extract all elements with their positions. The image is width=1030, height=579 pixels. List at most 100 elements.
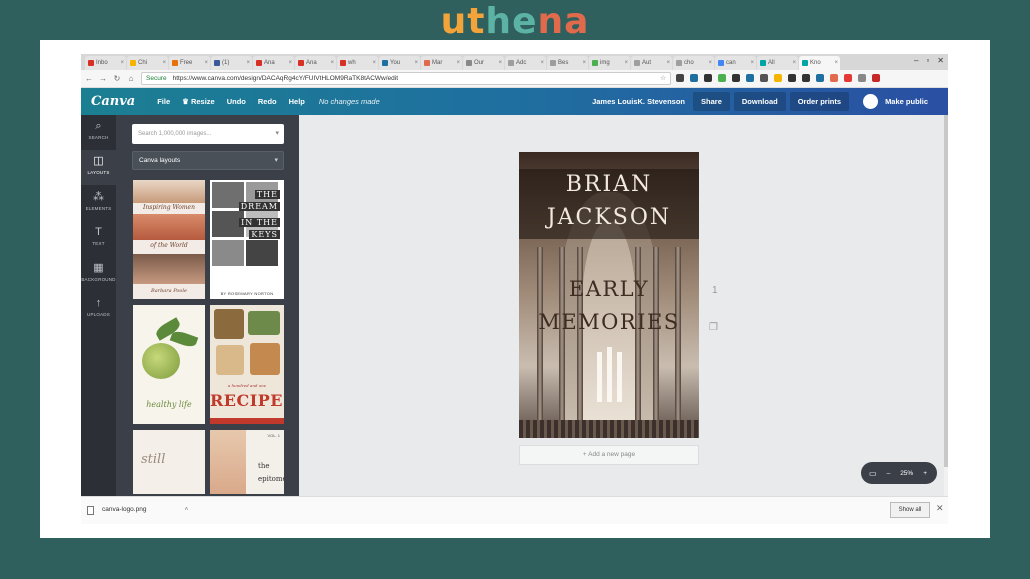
zoom-in-button[interactable]: + bbox=[923, 470, 927, 477]
extension-icon[interactable] bbox=[788, 74, 796, 82]
tab-close-icon[interactable]: × bbox=[792, 60, 796, 66]
layout-thumb-healthy-life[interactable]: healthy life bbox=[133, 305, 205, 424]
browser-tab[interactable]: You × bbox=[379, 56, 420, 70]
tab-close-icon[interactable]: × bbox=[288, 60, 292, 66]
tab-close-icon[interactable]: × bbox=[204, 60, 208, 66]
canva-logo[interactable]: Canva bbox=[91, 94, 135, 109]
browser-tab[interactable]: can × bbox=[715, 56, 756, 70]
rail-layouts[interactable]: ◫ LAYOUTS bbox=[81, 150, 116, 185]
extension-icon[interactable] bbox=[704, 74, 712, 82]
extension-icon[interactable] bbox=[774, 74, 782, 82]
share-button[interactable]: Share bbox=[693, 92, 730, 111]
reload-icon[interactable]: ↻ bbox=[111, 74, 123, 83]
browser-tab[interactable]: Kno × bbox=[799, 56, 840, 70]
present-icon[interactable]: ▭ bbox=[869, 469, 877, 478]
tab-close-icon[interactable]: × bbox=[372, 60, 376, 66]
close-shelf-icon[interactable]: ✕ bbox=[936, 503, 944, 514]
download-button[interactable]: Download bbox=[733, 92, 786, 111]
tab-close-icon[interactable]: × bbox=[120, 60, 124, 66]
rail-background[interactable]: ▦ BACKGROUND bbox=[81, 257, 116, 292]
zoom-level[interactable]: 25% bbox=[900, 470, 913, 477]
browser-tab[interactable]: Ana × bbox=[295, 56, 336, 70]
tab-close-icon[interactable]: × bbox=[330, 60, 334, 66]
browser-tab[interactable]: cho × bbox=[673, 56, 714, 70]
layout-thumb-recipes[interactable]: a hundred and one RECIPES bbox=[210, 305, 284, 424]
extension-icon[interactable] bbox=[816, 74, 824, 82]
tab-close-icon[interactable]: × bbox=[498, 60, 502, 66]
browser-tab[interactable]: img × bbox=[589, 56, 630, 70]
tab-close-icon[interactable]: × bbox=[246, 60, 250, 66]
browser-tab[interactable]: Aut × bbox=[631, 56, 672, 70]
minimize-icon[interactable]: – bbox=[914, 56, 918, 65]
layout-category-select[interactable]: Canva layouts ▾ bbox=[132, 151, 284, 170]
make-public-label[interactable]: Make public bbox=[885, 97, 928, 106]
menu-file[interactable]: File bbox=[157, 97, 170, 106]
browser-tab[interactable]: (1) × bbox=[211, 56, 252, 70]
layout-thumb-epitome[interactable]: VOL. 1 the epitome bbox=[210, 430, 284, 494]
url-field[interactable]: Secure https://www.canva.com/design/DACAq… bbox=[141, 72, 671, 85]
extension-icon[interactable] bbox=[830, 74, 838, 82]
browser-tab[interactable]: Mar × bbox=[421, 56, 462, 70]
tab-close-icon[interactable]: × bbox=[414, 60, 418, 66]
browser-tab[interactable]: Adc × bbox=[505, 56, 546, 70]
book-cover-page[interactable]: BRIAN JACKSON EARLY MEMORIES bbox=[519, 152, 699, 438]
tab-close-icon[interactable]: × bbox=[750, 60, 754, 66]
cover-title[interactable]: MEMORIES bbox=[519, 310, 699, 334]
browser-tab[interactable]: Our × bbox=[463, 56, 504, 70]
tab-close-icon[interactable]: × bbox=[666, 60, 670, 66]
forward-icon[interactable]: → bbox=[97, 74, 109, 83]
menu-redo[interactable]: Redo bbox=[258, 97, 277, 106]
browser-tab[interactable]: Inbo × bbox=[85, 56, 126, 70]
tab-close-icon[interactable]: × bbox=[624, 60, 628, 66]
browser-tab[interactable]: Ana × bbox=[253, 56, 294, 70]
rail-text[interactable]: T TEXT bbox=[81, 221, 116, 256]
image-search-input[interactable]: Search 1,000,000 images... ▾ bbox=[132, 124, 284, 144]
menu-help[interactable]: Help bbox=[289, 97, 305, 106]
menu-resize[interactable]: ♛ Resize bbox=[182, 97, 215, 106]
extension-icon[interactable] bbox=[676, 74, 684, 82]
cover-title[interactable]: EARLY bbox=[519, 277, 699, 301]
home-icon[interactable]: ⌂ bbox=[125, 74, 137, 83]
extension-icon[interactable] bbox=[802, 74, 810, 82]
tab-close-icon[interactable]: × bbox=[708, 60, 712, 66]
extension-icon[interactable] bbox=[690, 74, 698, 82]
tab-close-icon[interactable]: × bbox=[456, 60, 460, 66]
order-prints-button[interactable]: Order prints bbox=[789, 92, 850, 111]
layout-thumb-dream-keys[interactable]: THE DREAM IN THE KEYS BY ROSEMARY NORTON bbox=[210, 180, 284, 299]
menu-undo[interactable]: Undo bbox=[227, 97, 246, 106]
rail-uploads[interactable]: ↑ UPLOADS bbox=[81, 292, 116, 327]
add-page-button[interactable]: + Add a new page bbox=[519, 445, 699, 465]
extension-icon[interactable] bbox=[718, 74, 726, 82]
tab-close-icon[interactable]: × bbox=[834, 60, 838, 66]
show-all-button[interactable]: Show all bbox=[890, 502, 930, 518]
cover-author[interactable]: JACKSON bbox=[519, 205, 699, 230]
cover-author[interactable]: BRIAN bbox=[519, 172, 699, 197]
public-toggle[interactable] bbox=[863, 94, 879, 109]
chevron-up-icon[interactable]: ˄ bbox=[184, 503, 188, 517]
tab-close-icon[interactable]: × bbox=[540, 60, 544, 66]
browser-tab[interactable]: wh × bbox=[337, 56, 378, 70]
zoom-out-button[interactable]: – bbox=[887, 470, 891, 477]
extension-icon[interactable] bbox=[732, 74, 740, 82]
back-icon[interactable]: ← bbox=[83, 74, 95, 83]
extension-icon[interactable] bbox=[872, 74, 880, 82]
browser-tab[interactable]: Chi × bbox=[127, 56, 168, 70]
tab-close-icon[interactable]: × bbox=[582, 60, 586, 66]
rail-search[interactable]: ⌕ SEARCH bbox=[81, 115, 116, 150]
extension-icon[interactable] bbox=[858, 74, 866, 82]
browser-tab[interactable]: All × bbox=[757, 56, 798, 70]
download-item[interactable]: canva-logo.png ˄ bbox=[87, 503, 188, 517]
extension-icon[interactable] bbox=[844, 74, 852, 82]
tab-close-icon[interactable]: × bbox=[162, 60, 166, 66]
browser-tab[interactable]: Bes × bbox=[547, 56, 588, 70]
extension-icon[interactable] bbox=[746, 74, 754, 82]
rail-elements[interactable]: ⁂ ELEMENTS bbox=[81, 186, 116, 221]
layout-thumb-still[interactable]: still bbox=[133, 430, 205, 494]
layout-thumb-inspiring-women[interactable]: Inspiring Women of the World Barbara Poo… bbox=[133, 180, 205, 299]
close-window-icon[interactable]: ✕ bbox=[937, 56, 944, 65]
duplicate-page-icon[interactable]: ❐ bbox=[709, 322, 718, 333]
extension-icon[interactable] bbox=[760, 74, 768, 82]
bookmark-star-icon[interactable]: ☆ bbox=[660, 73, 666, 84]
maximize-icon[interactable]: ▫ bbox=[926, 56, 929, 65]
canvas-scrollbar[interactable] bbox=[944, 115, 948, 467]
